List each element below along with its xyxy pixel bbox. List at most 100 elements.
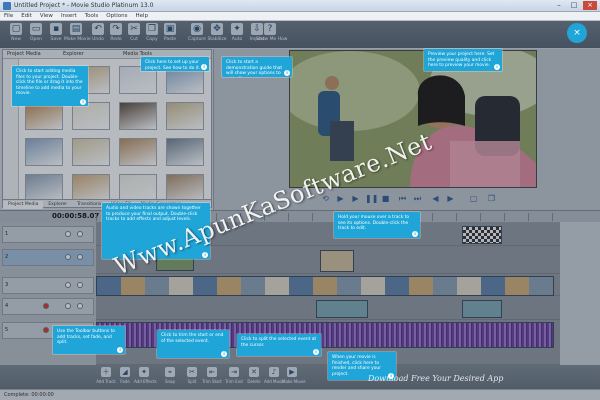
menu-edit[interactable]: Edit bbox=[17, 12, 36, 21]
media-thumbnail[interactable] bbox=[25, 102, 63, 130]
media-header-mid[interactable]: Explorer bbox=[63, 50, 84, 59]
media-thumbnail[interactable] bbox=[119, 102, 157, 130]
info-icon: i bbox=[494, 64, 500, 70]
record-icon[interactable] bbox=[43, 327, 49, 333]
info-icon: i bbox=[201, 64, 207, 70]
timecode-display: 00:00:58.07 bbox=[52, 212, 100, 220]
media-thumbnail[interactable] bbox=[166, 174, 204, 202]
delete-button[interactable]: ✕ Delete bbox=[244, 367, 264, 384]
menu-insert[interactable]: Insert bbox=[57, 12, 81, 21]
maximize-icon[interactable]: □ bbox=[567, 1, 581, 10]
copy-icon: ❐ bbox=[146, 23, 158, 35]
track-header[interactable]: 3 bbox=[2, 277, 94, 294]
redo-icon: ↷ bbox=[110, 23, 122, 35]
prev-frame-icon[interactable]: ◀ bbox=[430, 193, 441, 204]
media-thumbnail[interactable] bbox=[25, 138, 63, 166]
mute-icon[interactable] bbox=[65, 254, 71, 260]
timeline-vertical-scroll[interactable] bbox=[560, 222, 600, 365]
play-icon[interactable]: ▶ bbox=[350, 193, 361, 204]
menu-help[interactable]: Help bbox=[132, 12, 153, 21]
next-frame-icon[interactable]: ▶ bbox=[445, 193, 456, 204]
menu-options[interactable]: Options bbox=[102, 12, 131, 21]
menu-view[interactable]: View bbox=[36, 12, 57, 21]
scissors-icon: ✂ bbox=[128, 23, 140, 35]
snap-button[interactable]: ⌖ Snap bbox=[160, 367, 180, 384]
make-movie-icon: ▶ bbox=[287, 367, 297, 377]
stop-icon[interactable]: ■ bbox=[380, 193, 391, 204]
media-thumbnail[interactable] bbox=[25, 174, 63, 202]
movie-studio-window: Untitled Project * - Movie Studio Platin… bbox=[0, 0, 600, 400]
tutorial-tip[interactable]: Click here to set up your project. See h… bbox=[141, 57, 209, 71]
split-icon: ✂ bbox=[187, 367, 197, 377]
track-header[interactable]: 1 bbox=[2, 226, 94, 243]
tutorial-tip[interactable]: Click to start adding media files to you… bbox=[12, 66, 88, 106]
tutorial-tip[interactable]: Hold your mouse over a track to see its … bbox=[334, 212, 420, 238]
media-thumbnail[interactable] bbox=[72, 138, 110, 166]
trim-start-icon: ⇤ bbox=[207, 367, 217, 377]
record-icon[interactable] bbox=[43, 303, 49, 309]
close-tutorial-icon[interactable]: × bbox=[567, 23, 587, 43]
toolbar-paste-button[interactable]: ▣ Paste bbox=[158, 23, 182, 42]
undo-icon: ↶ bbox=[92, 23, 104, 35]
add-effects-button[interactable]: ✦ Add Effects bbox=[134, 367, 157, 384]
go-to-end-icon[interactable]: ⏭ bbox=[412, 193, 423, 204]
timeline-clip[interactable] bbox=[462, 300, 502, 318]
mute-icon[interactable] bbox=[65, 231, 71, 237]
make-movie-button[interactable]: ▶ Make Movie bbox=[282, 367, 306, 384]
track-header[interactable]: 4 bbox=[2, 298, 94, 315]
tutorial-tip[interactable]: Click to split the selected event at the… bbox=[237, 334, 321, 356]
pause-icon[interactable]: ❚❚ bbox=[365, 193, 378, 204]
solo-icon[interactable] bbox=[77, 282, 83, 288]
minimize-icon[interactable]: – bbox=[552, 1, 566, 10]
status-bar: Complete: 00:00:00 bbox=[0, 389, 600, 400]
menu-file[interactable]: File bbox=[0, 12, 17, 21]
timeline-clip[interactable] bbox=[462, 226, 502, 244]
split-button[interactable]: ✂ Split bbox=[182, 367, 202, 384]
solo-icon[interactable] bbox=[77, 231, 83, 237]
media-header-left[interactable]: Project Media bbox=[7, 50, 41, 59]
trim-end-button[interactable]: ⇥ Trim End bbox=[224, 367, 244, 384]
menu-tools[interactable]: Tools bbox=[81, 12, 103, 21]
mute-icon[interactable] bbox=[65, 303, 71, 309]
timeline-clip[interactable] bbox=[316, 300, 368, 318]
info-icon: i bbox=[80, 99, 86, 105]
close-icon[interactable]: × bbox=[583, 1, 597, 10]
snapshot-icon[interactable]: ▢ bbox=[468, 193, 479, 204]
go-to-start-icon[interactable]: ⏮ bbox=[397, 193, 408, 204]
add-music-button[interactable]: ♪ Add Music bbox=[264, 367, 284, 384]
music-note-icon: ♪ bbox=[269, 367, 279, 377]
timeline-clip[interactable] bbox=[320, 250, 354, 272]
trim-start-button[interactable]: ⇤ Trim Start bbox=[202, 367, 222, 384]
app-icon bbox=[3, 2, 11, 10]
media-thumbnail[interactable] bbox=[119, 174, 157, 202]
paste-icon: ▣ bbox=[164, 23, 176, 35]
media-thumbnail[interactable] bbox=[72, 174, 110, 202]
tab-project-media[interactable]: Project Media bbox=[3, 201, 44, 209]
media-thumbnail[interactable] bbox=[166, 138, 204, 166]
fade-icon: ◢ bbox=[120, 367, 130, 377]
mute-icon[interactable] bbox=[65, 282, 71, 288]
toolbar-make-movie-button[interactable]: ▤ Make Movie bbox=[64, 23, 91, 42]
main-toolbar: ▢ New ▭ Open ▪ Save ▤ Make Movie ↶ Undo ↷ Redo… bbox=[0, 21, 600, 48]
toolbar-show-me-how-button[interactable]: ? Show Me How bbox=[256, 23, 287, 42]
tutorial-tip[interactable]: Click to start a demonstration guide tha… bbox=[222, 57, 292, 77]
tutorial-tip[interactable]: Preview your project here. Set the previ… bbox=[424, 49, 502, 71]
timeline-clip[interactable] bbox=[96, 276, 554, 296]
media-thumbnail[interactable] bbox=[119, 138, 157, 166]
media-thumbnail[interactable] bbox=[166, 102, 204, 130]
track-header[interactable]: 2 bbox=[2, 249, 94, 266]
add-track-button[interactable]: ＋ Add Track bbox=[96, 367, 116, 384]
transport-controls: ⟲ ▶ ▶ ❚❚ ■ ⏮ ⏭ ◀ ▶ ▢ ❐ bbox=[300, 192, 540, 206]
help-icon: ? bbox=[264, 23, 276, 35]
folder-icon: ▭ bbox=[30, 23, 42, 35]
solo-icon[interactable] bbox=[77, 254, 83, 260]
title-bar: Untitled Project * - Movie Studio Platin… bbox=[0, 0, 600, 12]
play-from-start-icon[interactable]: ▶ bbox=[335, 193, 346, 204]
solo-icon[interactable] bbox=[77, 303, 83, 309]
copy-snapshot-icon[interactable]: ❐ bbox=[486, 193, 497, 204]
fade-button[interactable]: ◢ Fade bbox=[115, 367, 135, 384]
tutorial-tip[interactable]: Use the Toolbar buttons to add tracks, s… bbox=[53, 326, 125, 354]
media-thumbnail[interactable] bbox=[72, 102, 110, 130]
tab-explorer[interactable]: Explorer bbox=[43, 201, 72, 209]
tutorial-tip[interactable]: Click to trim the start or end of the se… bbox=[157, 330, 229, 358]
